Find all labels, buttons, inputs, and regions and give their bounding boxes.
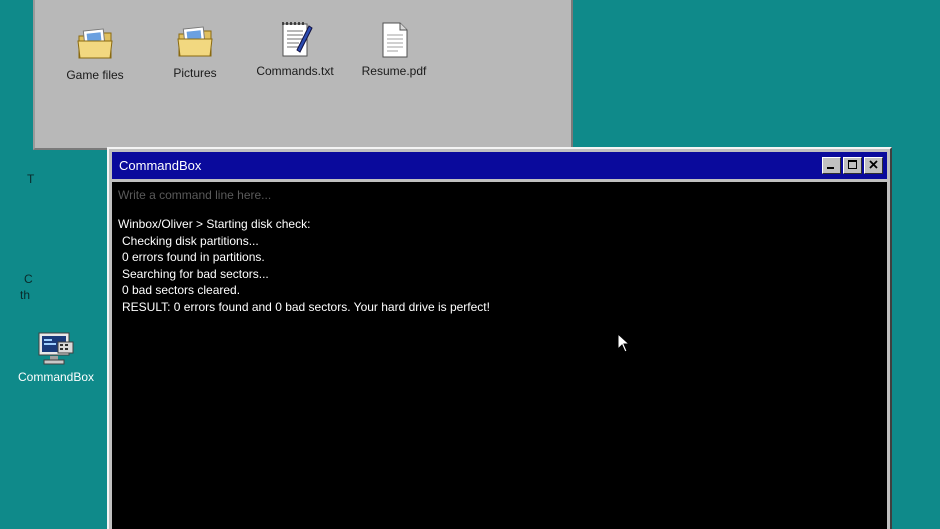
file-item-commands-txt[interactable]: Commands.txt [247, 20, 343, 78]
console-line: Checking disk partitions... [122, 233, 259, 248]
window-title: CommandBox [119, 158, 202, 173]
minimize-icon [826, 157, 837, 175]
folder-icon [75, 24, 115, 64]
text-document-icon [275, 20, 315, 60]
minimize-button[interactable] [822, 157, 841, 174]
window-controls [822, 157, 883, 174]
commandbox-window: CommandBox Winbox/Oliver > Starting disk… [107, 147, 892, 529]
close-icon [868, 157, 879, 175]
desktop-partial-label: T [27, 172, 35, 186]
file-label: Commands.txt [256, 64, 334, 78]
maximize-button[interactable] [843, 157, 862, 174]
file-item-pictures[interactable]: Pictures [147, 22, 243, 80]
folder-icon [175, 22, 215, 62]
console-line: RESULT: 0 errors found and 0 bad sectors… [122, 299, 490, 314]
document-icon [374, 20, 414, 60]
desktop-partial-label: th [20, 288, 31, 302]
console-output-area[interactable]: Winbox/Oliver > Starting disk check: Che… [112, 182, 887, 529]
desktop-icon-label: CommandBox [17, 370, 95, 384]
file-label: Game files [66, 68, 124, 82]
console-line: 0 bad sectors cleared. [122, 283, 241, 297]
file-item-resume-pdf[interactable]: Resume.pdf [346, 20, 442, 78]
console-line: Searching for bad sectors... [122, 266, 269, 281]
file-label: Pictures [173, 66, 217, 80]
file-item-game-files[interactable]: Game files [47, 24, 143, 82]
file-label: Resume.pdf [361, 64, 427, 78]
console-line: 0 errors found in partitions. [122, 250, 265, 264]
desktop-partial-label: C [24, 272, 33, 286]
maximize-icon [847, 157, 858, 175]
mouse-pointer-icon [617, 332, 631, 358]
console-line: Winbox/Oliver > Starting disk check: [118, 217, 311, 231]
desktop-icon-commandbox[interactable]: CommandBox [11, 330, 101, 384]
file-explorer-window: Game files Pictures Commands.txt Resume.… [33, 0, 573, 150]
close-button[interactable] [864, 157, 883, 174]
command-input[interactable] [118, 188, 881, 202]
terminal-computer-icon [36, 330, 76, 370]
window-titlebar[interactable]: CommandBox [112, 152, 887, 179]
